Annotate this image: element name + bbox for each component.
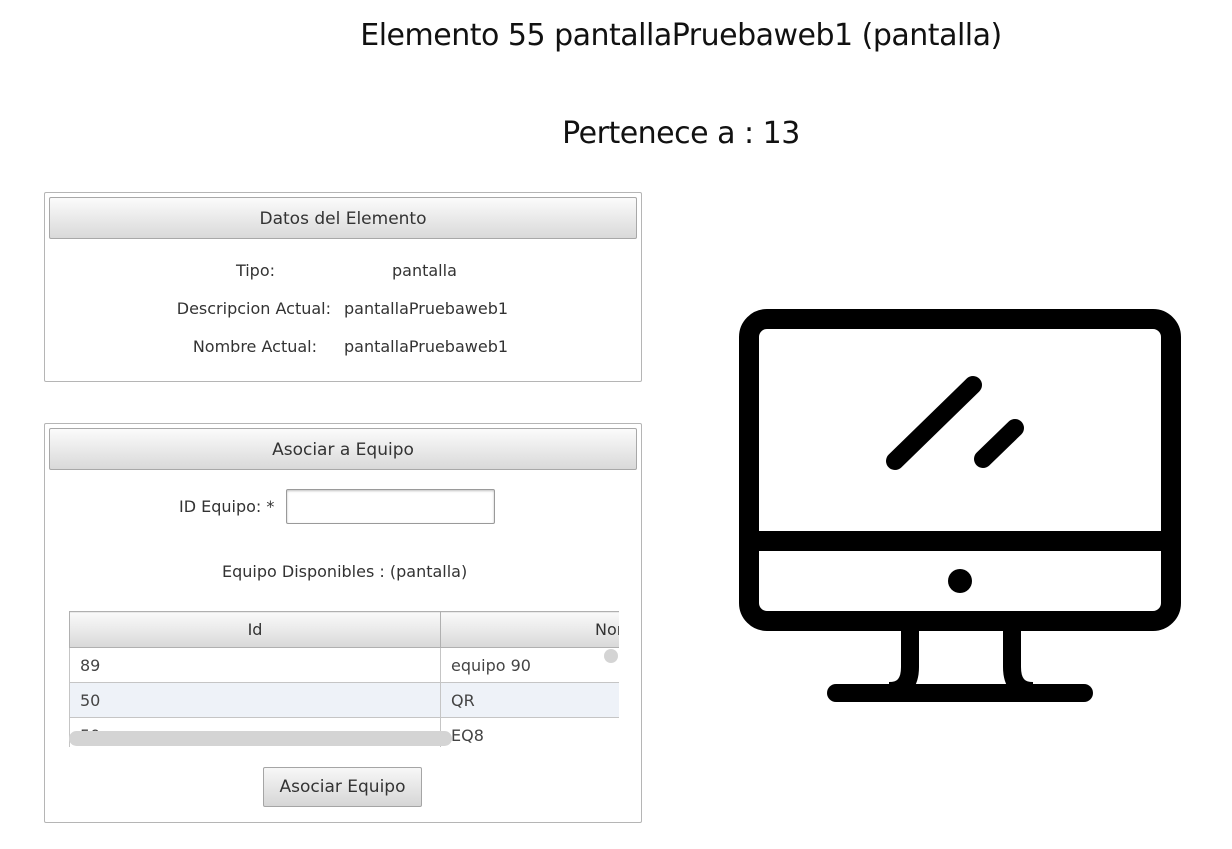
type-value: pantalla — [392, 261, 457, 280]
stand-right — [1003, 625, 1034, 700]
cell-id: 89 — [69, 647, 441, 683]
power-button-dot — [948, 569, 972, 593]
id-equipo-input[interactable] — [286, 489, 495, 524]
type-label: Tipo: — [235, 261, 275, 280]
cell-id: 50 — [69, 682, 441, 718]
horizontal-scrollbar-thumb[interactable] — [69, 731, 452, 746]
equipment-table: Id Nombre 89 equipo 90 50 QR 50 EQ8 — [69, 611, 619, 747]
associate-header: Asociar a Equipo — [49, 428, 637, 470]
page-title: Elemento 55 pantallaPruebaweb1 (pantalla… — [360, 18, 1002, 53]
screen-glare-short — [974, 419, 1024, 468]
table-header-row: Id Nombre — [69, 611, 619, 648]
stand-left — [888, 625, 919, 700]
available-equipment-label: Equipo Disponibles : (pantalla) — [222, 562, 468, 581]
column-header-nombre[interactable]: Nombre — [440, 611, 619, 648]
desktop-monitor-icon — [739, 309, 1181, 702]
id-equipo-label: ID Equipo: * — [179, 497, 275, 516]
name-value: pantallaPruebaweb1 — [344, 337, 509, 356]
column-header-id[interactable]: Id — [69, 611, 441, 648]
associate-equipment-button[interactable]: Asociar Equipo — [263, 767, 422, 807]
table-row[interactable]: 50 QR — [69, 682, 619, 718]
element-data-panel: Datos del Elemento Tipo: pantalla Descri… — [44, 192, 642, 382]
page-subtitle: Pertenece a : 13 — [562, 116, 800, 151]
element-data-header: Datos del Elemento — [49, 197, 637, 239]
table-row[interactable]: 89 equipo 90 — [69, 647, 619, 683]
cell-nombre: equipo 90 — [440, 647, 619, 683]
screen-glare-long — [886, 376, 982, 470]
description-value: pantallaPruebaweb1 — [344, 299, 509, 318]
equipment-table-container[interactable]: Id Nombre 89 equipo 90 50 QR 50 EQ8 — [69, 611, 619, 747]
cell-nombre: EQ8 — [440, 717, 619, 747]
name-label: Nombre Actual: — [192, 337, 317, 356]
description-label: Descripcion Actual: — [176, 299, 331, 318]
cell-nombre: QR — [440, 682, 619, 718]
associate-panel: Asociar a Equipo ID Equipo: * Equipo Dis… — [44, 423, 642, 823]
vertical-scrollbar-thumb[interactable] — [604, 649, 618, 663]
